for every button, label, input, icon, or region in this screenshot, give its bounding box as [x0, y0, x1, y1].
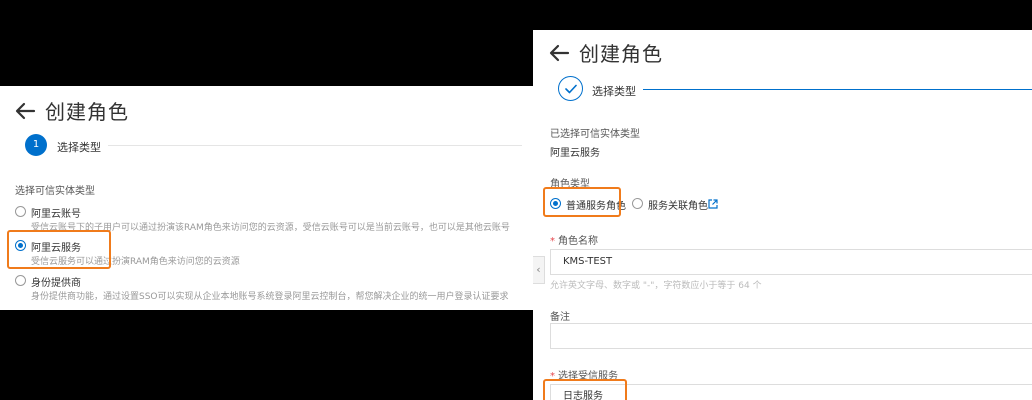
radio-alibaba-account[interactable] [15, 206, 26, 217]
page-title: 创建角色 [579, 42, 663, 66]
arrow-left-icon[interactable] [548, 42, 570, 64]
step-label: 选择类型 [57, 141, 101, 154]
role-name-label: * 角色名称 [550, 236, 598, 247]
right-header: 创建角色 [548, 38, 663, 67]
option-desc-identity-provider: 身份提供商功能，通过设置SSO可以实现从企业本地账号系统登录阿里云控制台，帮您解… [31, 292, 509, 302]
page-title: 创建角色 [45, 100, 129, 124]
step-number-badge: 1 [25, 134, 47, 156]
trusted-entity-type-label: 选择可信实体类型 [15, 186, 95, 197]
note-label: 备注 [550, 312, 570, 323]
option-title-alibaba-account[interactable]: 阿里云账号 [31, 205, 81, 220]
radio-identity-provider[interactable] [15, 275, 26, 286]
step-divider [108, 145, 522, 146]
note-input[interactable] [550, 323, 1032, 349]
role-name-input[interactable]: KMS-TEST [550, 249, 1032, 275]
left-create-role-panel: 创建角色 1 选择类型 选择可信实体类型 阿里云账号 受信云账号下的子用户可以通… [0, 86, 533, 310]
annotation-highlight-box [543, 187, 621, 217]
role-type-service-linked-role[interactable]: 服务关联角色 [648, 197, 708, 212]
option-title-identity-provider[interactable]: 身份提供商 [31, 274, 81, 289]
step-complete-badge [558, 76, 583, 101]
arrow-left-icon[interactable] [14, 100, 36, 122]
role-name-hint: 允许英文字母、数字或 "-"，字符数应小于等于 64 个 [550, 281, 762, 291]
external-link-icon[interactable] [708, 199, 718, 209]
annotation-highlight-box [543, 379, 627, 400]
selected-entity-value: 阿里云服务 [550, 148, 600, 159]
step-label: 选择类型 [592, 85, 636, 98]
radio-service-linked-role[interactable] [632, 198, 643, 209]
collapse-sidebar-button[interactable]: ‹ [533, 256, 545, 284]
left-header: 创建角色 [14, 96, 129, 125]
right-create-role-panel: 创建角色 选择类型 已选择可信实体类型 阿里云服务 角色类型 普通服务角色 服务… [533, 30, 1032, 400]
step-divider [643, 89, 1032, 90]
annotation-highlight-box [7, 230, 111, 269]
chevron-left-icon: ‹ [536, 263, 541, 276]
check-icon [565, 84, 577, 94]
selected-entity-label: 已选择可信实体类型 [550, 129, 640, 140]
